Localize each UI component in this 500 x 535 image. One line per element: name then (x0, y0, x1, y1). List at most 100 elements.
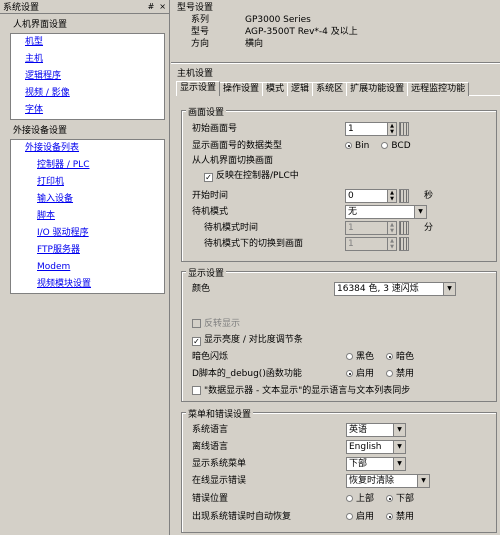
tab-display[interactable]: 显示设置 (176, 81, 221, 96)
chevron-down-icon[interactable]: ▼ (417, 475, 429, 487)
debug-label: D脚本的_debug()函数功能 (192, 369, 302, 379)
chevron-down-icon[interactable]: ▼ (443, 283, 455, 295)
model-label: 型号 (191, 27, 210, 37)
nav-link[interactable]: 视频模块设置 (11, 276, 164, 293)
section-title: 外接设备设置 (13, 126, 68, 136)
chevron-down-icon[interactable]: ▼ (393, 458, 405, 470)
nav-link[interactable]: 打印机 (11, 174, 164, 191)
blink-radio[interactable]: 黑色 暗色 (346, 350, 414, 364)
reflect-checkbox[interactable]: ✓ 反映在控制器/PLC中 (204, 169, 299, 183)
keypad-icon (399, 221, 409, 235)
tab-extended[interactable]: 扩展功能设置 (346, 82, 409, 96)
standby-screen-input: 1 (345, 237, 387, 251)
settings-main: 型号设置 系列 GP3000 Series 型号 AGP-3500T Rev*-4 … (171, 0, 500, 535)
sys-menu-select[interactable]: 下部 ▼ (346, 457, 406, 471)
group-title: 画面设置 (186, 105, 227, 118)
init-screen-stepper[interactable]: 1 ▲ ▼ (345, 122, 409, 136)
keypad-icon[interactable] (399, 189, 409, 203)
nav-link[interactable]: 逻辑程序 (11, 68, 164, 85)
sys-lang-select[interactable]: 英语 ▼ (346, 423, 406, 437)
chevron-down-icon[interactable]: ▼ (393, 424, 405, 436)
radio-disable[interactable] (386, 370, 394, 377)
radio-enable[interactable] (346, 513, 353, 520)
nav-link[interactable]: 外接设备列表 (11, 140, 164, 157)
radio-bin[interactable] (345, 142, 352, 149)
auto-recover-radio[interactable]: 启用 禁用 (346, 510, 414, 524)
keypad-icon (399, 237, 409, 251)
tab-remote[interactable]: 远程监控功能 (407, 82, 470, 96)
checkbox[interactable]: ✓ (204, 173, 213, 182)
radio-bcd[interactable] (381, 142, 389, 149)
chevron-down-icon[interactable]: ▼ (393, 441, 405, 453)
sys-lang-label: 系统语言 (192, 425, 229, 435)
standby-time-unit: 分 (424, 223, 434, 233)
close-icon[interactable]: × (159, 1, 166, 13)
radio-top[interactable] (346, 495, 353, 502)
tab-mode[interactable]: 模式 (262, 82, 289, 96)
nav-link[interactable]: 脚本 (11, 208, 164, 225)
auto-recover-label: 出现系统错误时自动恢复 (192, 512, 292, 522)
screen-settings-group: 画面设置 初始画面号 1 ▲ ▼ 显示画面号的数据类型 Bin BCD 从人机界面切… (181, 105, 497, 262)
standby-time-input: 1 (345, 221, 387, 235)
data-type-label: 显示画面号的数据类型 (192, 141, 283, 151)
series-value: GP3000 Series (245, 15, 311, 25)
checkbox[interactable] (192, 386, 201, 395)
sync-checkbox[interactable]: "数据显示器 - 文本显示"的显示语言与文本列表同步 (192, 384, 410, 398)
start-time-stepper[interactable]: 0 ▲ ▼ (345, 189, 409, 203)
nav-link[interactable]: 输入设备 (11, 191, 164, 208)
standby-screen-stepper: 1 ▲ ▼ (345, 237, 409, 251)
radio-enable[interactable] (346, 370, 353, 377)
standby-label: 待机模式 (192, 207, 229, 217)
model-settings: 型号设置 系列 GP3000 Series 型号 AGP-3500T Rev*-4 … (171, 0, 500, 58)
group-title: 显示设置 (186, 266, 227, 279)
standby-screen-label: 待机模式下的切换到画面 (204, 239, 304, 249)
debug-radio[interactable]: 启用 禁用 (346, 367, 414, 381)
nav-link[interactable]: 机型 (11, 34, 164, 51)
nav-link[interactable]: FTP服务器 (11, 242, 164, 259)
nav-link[interactable]: 主机 (11, 51, 164, 68)
start-time-input[interactable]: 0 (345, 189, 387, 203)
system-settings-panel: 系统设置 # × 人机界面设置 机型 主机 逻辑程序 视频 / 影像 字体 外接设备设置 外接… (0, 0, 170, 535)
nav-link[interactable]: 字体 (11, 102, 164, 119)
blink-label: 暗色闪烁 (192, 352, 229, 362)
start-time-label: 开始时间 (192, 191, 229, 201)
sys-menu-label: 显示系统菜单 (192, 459, 247, 469)
nav-link[interactable]: 控制器 / PLC (11, 157, 164, 174)
switch-label: 从人机界面切换画面 (192, 156, 274, 166)
pin-icon[interactable]: # (148, 1, 155, 13)
reverse-checkbox: 反转显示 (192, 317, 240, 331)
error-pos-radio[interactable]: 上部 下部 (346, 492, 414, 506)
checkbox[interactable]: ✓ (192, 337, 201, 346)
offline-lang-select[interactable]: English ▼ (346, 440, 406, 454)
standby-select[interactable]: 无 ▼ (345, 205, 427, 219)
color-label: 颜色 (192, 284, 211, 294)
radio-disable[interactable] (386, 513, 394, 520)
nav-link[interactable]: I/O 驱动程序 (11, 225, 164, 242)
down-arrow-icon[interactable]: ▼ (388, 196, 396, 202)
tab-logic[interactable]: 逻辑 (287, 82, 314, 96)
nav-link[interactable]: 视频 / 影像 (11, 85, 164, 102)
radio-bottom[interactable] (386, 495, 394, 502)
orientation-value: 横向 (245, 39, 264, 49)
divider (171, 62, 500, 64)
chevron-down-icon[interactable]: ▼ (414, 206, 426, 218)
keypad-icon[interactable] (399, 122, 409, 136)
init-screen-input[interactable]: 1 (345, 122, 387, 136)
section-list: 机型 主机 逻辑程序 视频 / 影像 字体 (10, 33, 165, 120)
tab-system-area[interactable]: 系统区 (312, 82, 348, 96)
brightness-checkbox[interactable]: ✓ 显示亮度 / 对比度调节条 (192, 333, 303, 347)
radio-black[interactable] (346, 353, 353, 360)
series-label: 系列 (191, 15, 210, 25)
color-select[interactable]: 16384 色, 3 速闪烁 ▼ (334, 282, 456, 296)
down-arrow-icon[interactable]: ▼ (388, 129, 396, 135)
tab-bar: 显示设置 操作设置 模式 逻辑 系统区 扩展功能设置 远程监控功能 (176, 81, 500, 96)
online-error-select[interactable]: 恢复时清除 ▼ (346, 474, 430, 488)
start-time-unit: 秒 (424, 191, 434, 201)
host-settings-title: 主机设置 (177, 69, 214, 79)
data-type-radio[interactable]: Bin BCD (345, 139, 411, 153)
checkbox (192, 319, 201, 328)
menu-error-group: 菜单和错误设置 系统语言 英语 ▼ 离线语言 English ▼ 显示系统菜单 下部… (181, 407, 497, 533)
radio-dark[interactable] (386, 353, 394, 360)
tab-operation[interactable]: 操作设置 (219, 82, 264, 96)
nav-link[interactable]: Modem (11, 259, 164, 276)
